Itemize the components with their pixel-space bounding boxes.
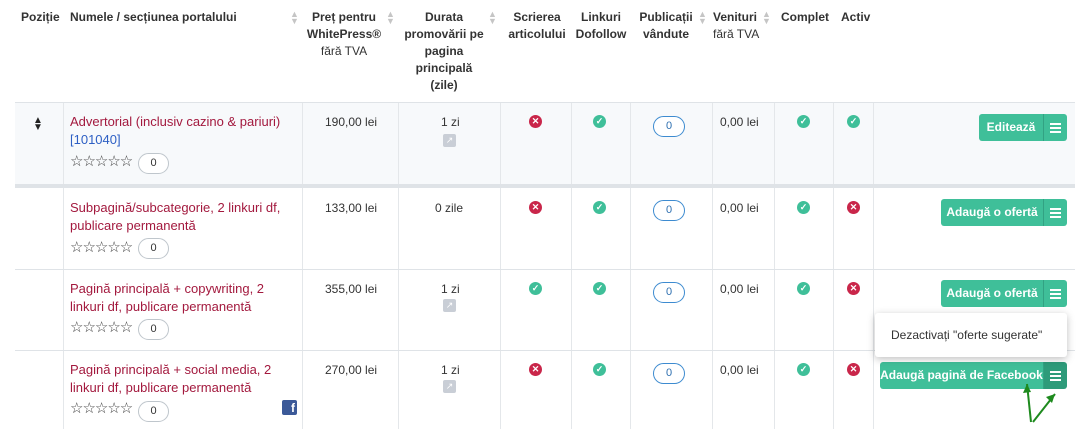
review-count: 0 bbox=[138, 319, 169, 340]
dofollow-ok-icon: ✓ bbox=[593, 115, 606, 128]
header-links: Linkuri Dofollow bbox=[572, 9, 630, 43]
header-writing: Scrierea articolului bbox=[503, 9, 571, 43]
price: 133,00 lei bbox=[325, 201, 378, 215]
header-duration-line4: principală bbox=[415, 61, 473, 75]
complete-ok-icon: ✓ bbox=[797, 201, 810, 214]
dofollow-ok-icon: ✓ bbox=[593, 201, 606, 214]
active-no-icon: ✕ bbox=[847, 363, 860, 376]
writing-no-icon: ✕ bbox=[529, 201, 542, 214]
offer-name-link[interactable]: Advertorial (inclusiv cazino & pariuri) … bbox=[70, 113, 290, 149]
sold-count[interactable]: 0 bbox=[653, 282, 685, 303]
writing-no-icon: ✕ bbox=[529, 115, 542, 128]
active-no-icon: ✕ bbox=[847, 201, 860, 214]
income: 0,00 lei bbox=[720, 363, 759, 377]
complete-ok-icon: ✓ bbox=[797, 115, 810, 128]
header-income-line1: Venituri bbox=[713, 10, 758, 24]
writing-no-icon: ✕ bbox=[529, 363, 542, 376]
sold-count[interactable]: 0 bbox=[653, 116, 685, 137]
header-duration-line5: (zile) bbox=[430, 78, 458, 92]
offer-id[interactable]: [101040] bbox=[70, 132, 121, 147]
header-price-line1: Preț pentru bbox=[311, 10, 376, 24]
header-pubs-line2: vândute bbox=[642, 27, 689, 41]
header-active: Activ bbox=[841, 10, 871, 24]
header-links-line1: Linkuri bbox=[580, 10, 621, 24]
duration: 0 zile bbox=[435, 201, 464, 215]
drag-handle-icon[interactable]: ▲ ▼ bbox=[33, 116, 43, 133]
rating-stars: ☆☆☆☆☆ bbox=[70, 319, 133, 336]
complete-ok-icon: ✓ bbox=[797, 282, 810, 295]
header-price-sub: fără TVA bbox=[320, 44, 368, 58]
deactivate-suggested-offers-item[interactable]: Dezactivați "oferte sugerate" bbox=[891, 328, 1042, 342]
header-duration-line3: pagina bbox=[424, 44, 464, 58]
header-writing-line2: articolului bbox=[508, 27, 566, 41]
header-duration[interactable]: Durata promovării pe pagina principală (… bbox=[400, 9, 488, 94]
header-price-line2: WhitePress® bbox=[306, 27, 382, 41]
price: 270,00 lei bbox=[325, 363, 378, 377]
table-row: Pagină principală + social media, 2 link… bbox=[15, 350, 1075, 429]
dofollow-ok-icon: ✓ bbox=[593, 282, 606, 295]
review-count: 0 bbox=[138, 401, 169, 422]
writing-ok-icon: ✓ bbox=[529, 282, 542, 295]
header-duration-line1: Durata bbox=[424, 10, 463, 24]
duration: 1 zi bbox=[441, 363, 460, 377]
sort-name-icon[interactable]: ▲ ▼ bbox=[290, 10, 299, 26]
header-links-line2: Dofollow bbox=[575, 27, 627, 41]
sort-price-icon[interactable]: ▲ ▼ bbox=[386, 10, 395, 26]
offer-name-link[interactable]: Subpagină/subcategorie, 2 linkuri df, pu… bbox=[70, 199, 290, 235]
offer-name-link[interactable]: Pagină principală + social media, 2 link… bbox=[70, 361, 290, 397]
row-menu-dropdown: Dezactivați "oferte sugerate" bbox=[875, 313, 1067, 357]
income: 0,00 lei bbox=[720, 201, 759, 215]
add-offer-button[interactable]: Adaugă o ofertă bbox=[941, 199, 1043, 226]
duration: 1 zi bbox=[441, 282, 460, 296]
header-complete: Complet bbox=[781, 10, 829, 24]
rating-stars: ☆☆☆☆☆ bbox=[70, 239, 133, 256]
dofollow-ok-icon: ✓ bbox=[593, 363, 606, 376]
review-count: 0 bbox=[138, 153, 169, 174]
row-menu-button[interactable] bbox=[1043, 280, 1067, 307]
duration: 1 zi bbox=[441, 115, 460, 129]
header-price[interactable]: Preț pentru WhitePress® fără TVA bbox=[305, 9, 383, 60]
sort-pubs-icon[interactable]: ▲ ▼ bbox=[698, 10, 707, 26]
income: 0,00 lei bbox=[720, 115, 759, 129]
sort-duration-icon[interactable]: ▲ ▼ bbox=[488, 10, 497, 26]
external-link-icon[interactable]: ↗ bbox=[443, 134, 456, 147]
annotation-arrows bbox=[1023, 383, 1056, 423]
facebook-icon: f bbox=[282, 400, 297, 415]
row-menu-button[interactable] bbox=[1043, 199, 1067, 226]
price: 355,00 lei bbox=[325, 282, 378, 296]
sold-count[interactable]: 0 bbox=[653, 363, 685, 384]
edit-button[interactable]: Editează bbox=[979, 114, 1043, 141]
header-duration-line2: promovării pe bbox=[404, 27, 484, 41]
active-no-icon: ✕ bbox=[847, 282, 860, 295]
add-offer-button[interactable]: Adaugă o ofertă bbox=[941, 280, 1043, 307]
header-pubs[interactable]: Publicații vândute bbox=[633, 9, 699, 43]
header-position: Poziție bbox=[21, 10, 60, 24]
income: 0,00 lei bbox=[720, 282, 759, 296]
header-income-sub: fără TVA bbox=[713, 27, 760, 41]
header-writing-line1: Scrierea bbox=[513, 10, 561, 24]
table-header: Poziție Numele / secțiunea portalului ▲ ▼… bbox=[0, 0, 1080, 102]
row-menu-button[interactable] bbox=[1043, 114, 1067, 141]
price: 190,00 lei bbox=[325, 115, 378, 129]
external-link-icon[interactable]: ↗ bbox=[443, 380, 456, 393]
external-link-icon[interactable]: ↗ bbox=[443, 299, 456, 312]
active-ok-icon: ✓ bbox=[847, 115, 860, 128]
offer-name: Advertorial (inclusiv cazino & pariuri) bbox=[70, 114, 281, 129]
rating-stars: ☆☆☆☆☆ bbox=[70, 400, 133, 417]
header-pubs-line1: Publicații bbox=[639, 10, 693, 24]
complete-ok-icon: ✓ bbox=[797, 363, 810, 376]
sold-count[interactable]: 0 bbox=[653, 200, 685, 221]
rating-stars: ☆☆☆☆☆ bbox=[70, 153, 133, 170]
header-name[interactable]: Numele / secțiunea portalului bbox=[70, 9, 237, 26]
header-income[interactable]: Venituri fără TVA bbox=[713, 9, 759, 43]
sort-income-icon[interactable]: ▲ ▼ bbox=[762, 10, 771, 26]
table-row: Subpagină/subcategorie, 2 linkuri df, pu… bbox=[15, 187, 1075, 270]
offer-name-link[interactable]: Pagină principală + copywriting, 2 linku… bbox=[70, 280, 290, 316]
review-count: 0 bbox=[138, 238, 169, 259]
table-row: ▲ ▼ Advertorial (inclusiv cazino & pariur… bbox=[15, 102, 1075, 185]
